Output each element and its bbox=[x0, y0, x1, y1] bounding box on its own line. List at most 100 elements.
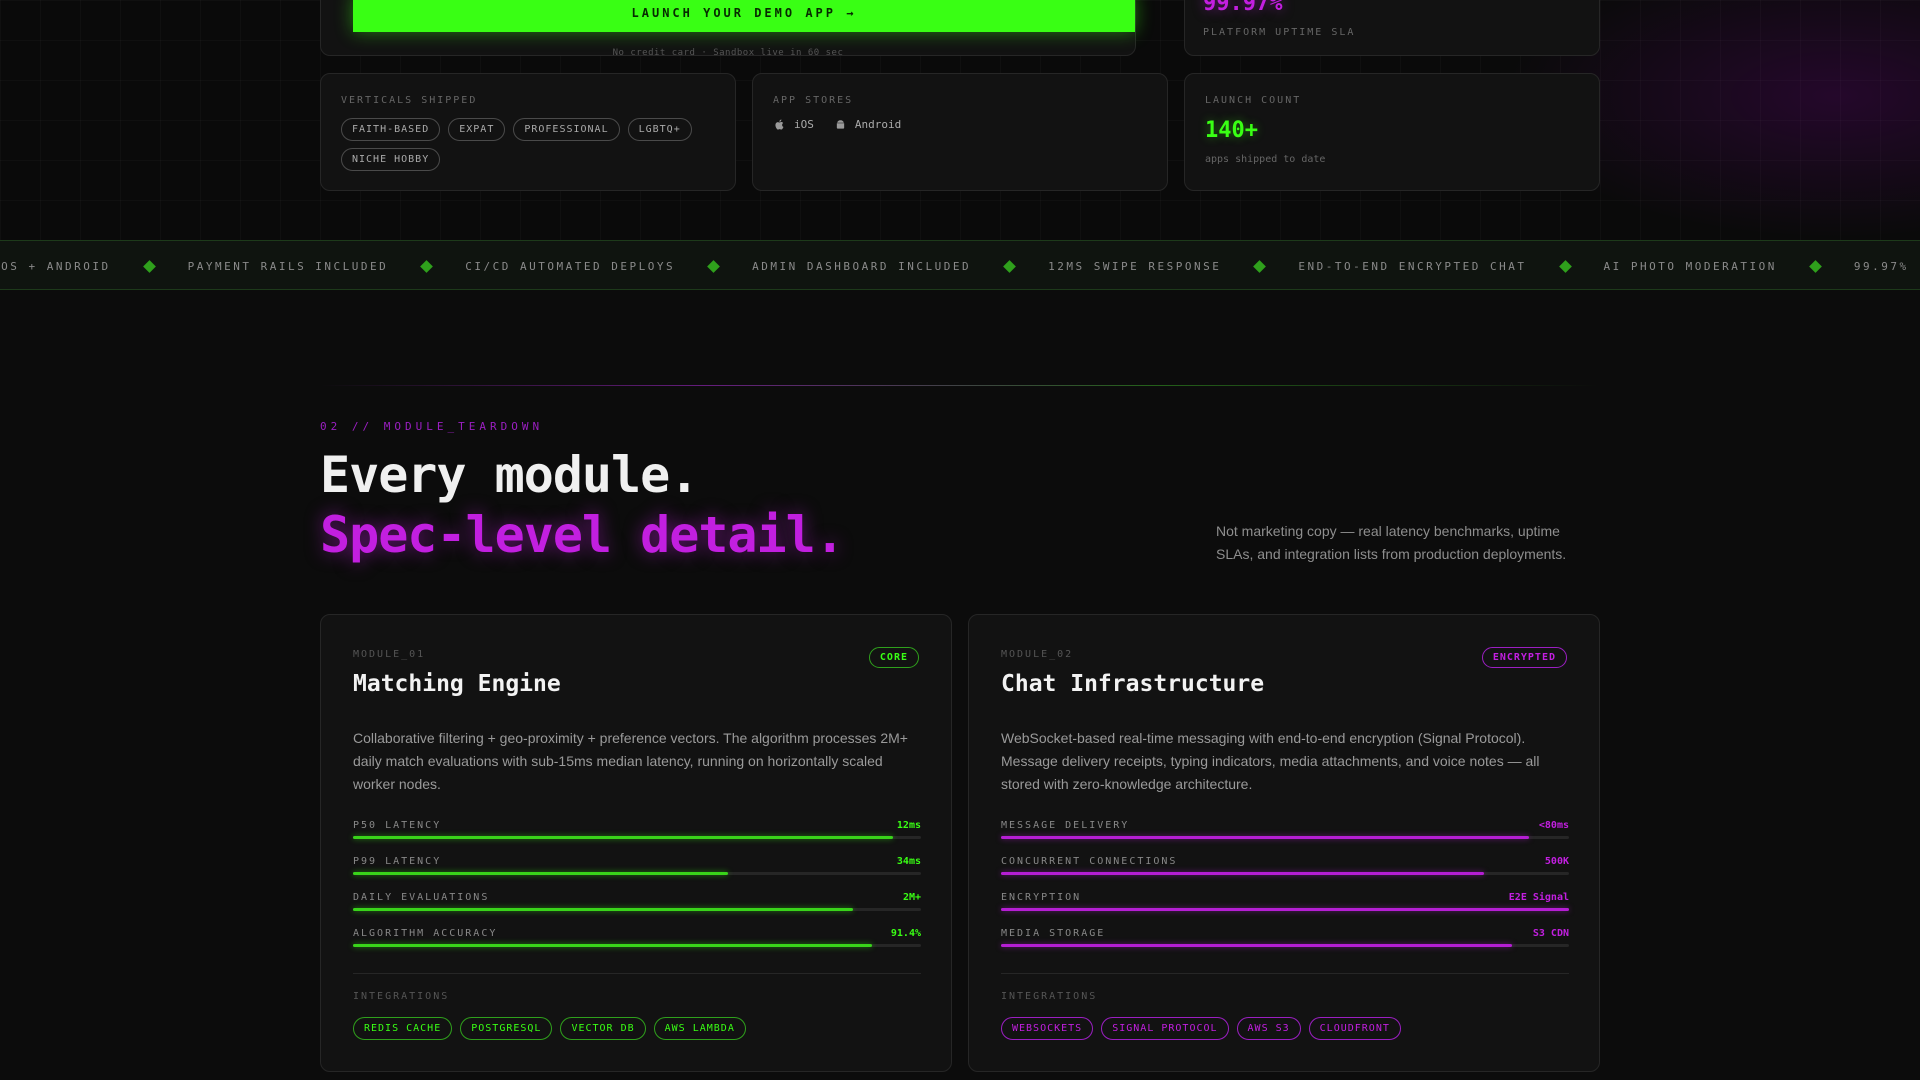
module-separator bbox=[353, 973, 921, 974]
metric-bar bbox=[1001, 908, 1569, 911]
metric-bar-fill bbox=[353, 944, 873, 947]
module-title: Chat Infrastructure bbox=[1001, 671, 1265, 697]
metric-value: 12ms bbox=[896, 820, 921, 831]
metric-label: P99 LATENCY bbox=[353, 856, 442, 867]
metric-label: DAILY EVALUATIONS bbox=[353, 892, 490, 903]
section-headline-accent: Spec-level detail. bbox=[320, 506, 845, 564]
vertical-tag: LGBTQ+ bbox=[627, 118, 692, 141]
launch-demo-button[interactable]: LAUNCH YOUR DEMO APP → bbox=[353, 0, 1135, 32]
integration-tag: VECTOR DB bbox=[560, 1017, 646, 1040]
metric-bar bbox=[1001, 872, 1569, 875]
ticker-track: iOS + ANDROID PAYMENT RAILS INCLUDED CI/… bbox=[0, 241, 1909, 289]
uptime-value: 99.97% bbox=[1203, 0, 1283, 16]
launch-count-subtitle: apps shipped to date bbox=[1205, 154, 1326, 165]
metric-row: P50 LATENCY 12ms bbox=[353, 820, 921, 856]
integration-tag: POSTGRESQL bbox=[460, 1017, 553, 1040]
metric-label: MESSAGE DELIVERY bbox=[1001, 820, 1130, 831]
vertical-tag: EXPAT bbox=[448, 118, 506, 141]
metric-row: MESSAGE DELIVERY <80ms bbox=[1001, 820, 1569, 856]
module-card-matching-engine: MODULE_01 CORE Matching Engine Collabora… bbox=[320, 614, 952, 1072]
metric-bar bbox=[353, 836, 921, 839]
metric-label: CONCURRENT CONNECTIONS bbox=[1001, 856, 1178, 867]
uptime-label: PLATFORM UPTIME SLA bbox=[1203, 27, 1356, 38]
metric-label: ALGORITHM ACCURACY bbox=[353, 928, 498, 939]
integrations-list: REDIS CACHE POSTGRESQL VECTOR DB AWS LAM… bbox=[353, 1017, 746, 1040]
integration-tag: CLOUDFRONT bbox=[1308, 1017, 1401, 1040]
section-headline: Every module. bbox=[320, 446, 699, 504]
section-description: Not marketing copy — real latency benchm… bbox=[1216, 523, 1567, 562]
store-android-label: Android bbox=[854, 118, 902, 131]
diamond-icon bbox=[707, 259, 720, 273]
verticals-tags: FAITH-BASED EXPAT PROFESSIONAL LGBTQ+ NI… bbox=[341, 118, 721, 171]
metric-bar bbox=[1001, 944, 1569, 947]
ticker-item: 12MS SWIPE RESPONSE bbox=[1048, 259, 1222, 273]
store-android: Android bbox=[834, 118, 901, 131]
ticker-item: iOS + ANDROID bbox=[0, 259, 111, 273]
diamond-icon bbox=[420, 259, 434, 273]
module-description: Collaborative filtering + geo-proximity … bbox=[353, 730, 908, 792]
integration-tag: REDIS CACHE bbox=[353, 1017, 453, 1040]
metric-bar bbox=[353, 872, 921, 875]
launch-count-card: LAUNCH COUNT 140+ apps shipped to date bbox=[1184, 73, 1600, 191]
integrations-label: INTEGRATIONS bbox=[353, 991, 450, 1002]
app-stores-card: APP STORES iOS Android bbox=[752, 73, 1168, 191]
feature-ticker: iOS + ANDROID PAYMENT RAILS INCLUDED CI/… bbox=[0, 240, 1920, 290]
store-ios: iOS bbox=[773, 118, 814, 131]
metric-bar bbox=[353, 908, 921, 911]
metric-label: MEDIA STORAGE bbox=[1001, 928, 1106, 939]
integration-tag: SIGNAL PROTOCOL bbox=[1101, 1017, 1229, 1040]
module-badge: CORE bbox=[868, 647, 919, 668]
module-badge: ENCRYPTED bbox=[1481, 647, 1567, 668]
vertical-tag: FAITH-BASED bbox=[341, 118, 441, 141]
verticals-title: VERTICALS SHIPPED bbox=[341, 95, 478, 106]
metric-row: P99 LATENCY 34ms bbox=[353, 856, 921, 892]
vertical-tag: NICHE HOBBY bbox=[341, 148, 441, 171]
metric-value: 34ms bbox=[896, 856, 921, 867]
metric-value: <80ms bbox=[1538, 820, 1569, 831]
metric-row: CONCURRENT CONNECTIONS 500K bbox=[1001, 856, 1569, 892]
integrations-list: WEBSOCKETS SIGNAL PROTOCOL AWS S3 CLOUDF… bbox=[1001, 1017, 1401, 1040]
cta-note: No credit card · Sandbox live in 60 sec bbox=[612, 48, 844, 58]
metric-row: ENCRYPTION E2E Signal bbox=[1001, 892, 1569, 928]
metric-value: 500K bbox=[1544, 856, 1569, 867]
metric-label: P50 LATENCY bbox=[353, 820, 442, 831]
section-divider bbox=[320, 385, 1600, 386]
ticker-item: 99.97% bbox=[1853, 259, 1909, 273]
cta-panel: LAUNCH YOUR DEMO APP → No credit card · … bbox=[320, 0, 1136, 58]
metric-bar-fill bbox=[1001, 836, 1530, 839]
metric-bar-fill bbox=[1001, 944, 1513, 947]
integration-tag: WEBSOCKETS bbox=[1001, 1017, 1094, 1040]
uptime-card: 99.97% PLATFORM UPTIME SLA bbox=[1184, 0, 1600, 56]
metric-row: DAILY EVALUATIONS 2M+ bbox=[353, 892, 921, 928]
launch-count-value: 140+ bbox=[1205, 118, 1258, 143]
diamond-icon bbox=[142, 259, 156, 273]
metric-row: ALGORITHM ACCURACY 91.4% bbox=[353, 928, 921, 964]
ticker-item: AI PHOTO MODERATION bbox=[1603, 259, 1777, 273]
metric-row: MEDIA STORAGE S3 CDN bbox=[1001, 928, 1569, 964]
module-number: MODULE_02 bbox=[1001, 649, 1074, 660]
module-number: MODULE_01 bbox=[353, 649, 426, 660]
metric-value: E2E Signal bbox=[1508, 892, 1569, 903]
module-description: WebSocket-based real-time messaging with… bbox=[1001, 730, 1540, 792]
module-metrics: P50 LATENCY 12ms P99 LATENCY 34ms DAILY … bbox=[353, 820, 921, 964]
verticals-card: VERTICALS SHIPPED FAITH-BASED EXPAT PROF… bbox=[320, 73, 736, 191]
metric-bar bbox=[353, 944, 921, 947]
vertical-tag: PROFESSIONAL bbox=[513, 118, 620, 141]
apple-icon bbox=[775, 119, 784, 130]
metric-value: 2M+ bbox=[902, 892, 921, 903]
stores-row: iOS Android bbox=[773, 118, 901, 131]
diamond-icon bbox=[1808, 259, 1822, 273]
module-separator bbox=[1001, 973, 1569, 974]
metric-bar-fill bbox=[353, 872, 728, 875]
metric-label: ENCRYPTION bbox=[1001, 892, 1082, 903]
ticker-item: END-TO-END ENCRYPTED CHAT bbox=[1298, 259, 1527, 273]
section-tag: 02 // MODULE_TEARDOWN bbox=[320, 420, 544, 433]
ticker-item: CI/CD AUTOMATED DEPLOYS bbox=[465, 259, 676, 273]
diamond-icon bbox=[1253, 259, 1267, 273]
metric-bar-fill bbox=[353, 908, 853, 911]
metric-bar bbox=[1001, 836, 1569, 839]
metric-value: 91.4% bbox=[890, 928, 921, 939]
metric-bar-fill bbox=[1001, 872, 1484, 875]
integration-tag: AWS LAMBDA bbox=[653, 1017, 746, 1040]
store-ios-label: iOS bbox=[794, 118, 814, 131]
